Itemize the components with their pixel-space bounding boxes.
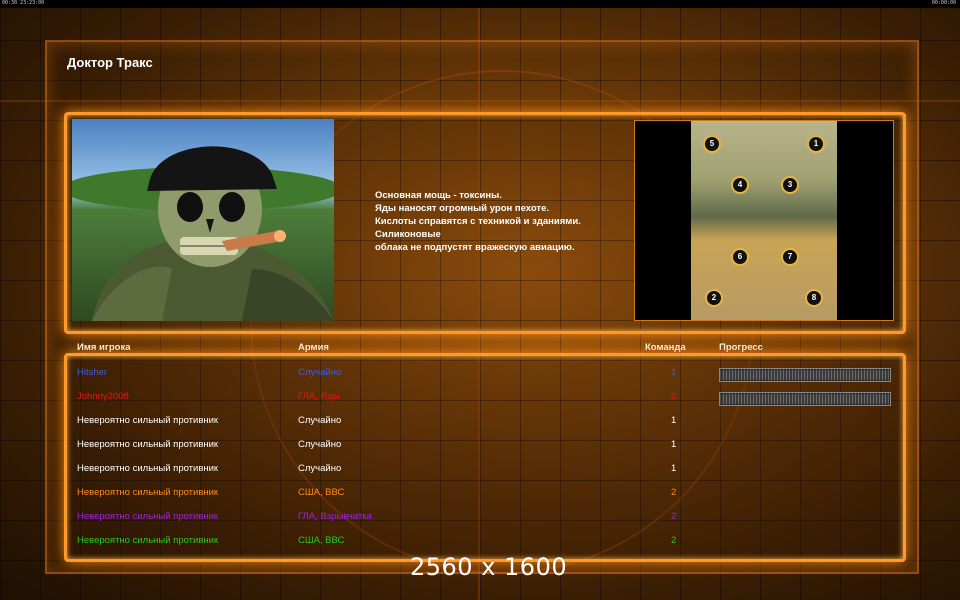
start-slot-2[interactable]: 2 [705,289,723,307]
player-army: Случайно [298,463,342,474]
header-progress: Прогресс [719,342,763,353]
player-name: Невероятно сильный противник [77,511,219,522]
player-army: ГЛА, Взрывчатка [298,511,372,522]
player-name: Johnny2008 [77,391,129,402]
start-slot-3[interactable]: 3 [781,176,799,194]
top-right-clock: 00:00:00 [931,0,956,6]
header-team: Команда [645,342,686,353]
resolution-overlay: 2560 x 1600 [410,553,568,581]
description-line: Силиконовые [375,229,441,240]
start-slot-8[interactable]: 8 [805,289,823,307]
general-description: Основная мощь - токсины. Яды наносят огр… [375,189,581,254]
start-slot-1[interactable]: 1 [807,135,825,153]
player-army: США, ВВС [298,487,345,498]
header-player-name: Имя игрока [77,342,131,353]
player-row[interactable]: Johnny2008 ГЛА, Яды 2 [0,391,960,407]
top-status-bar: 00:30 23:23:00 00:00:00 [0,0,960,8]
player-team: 2 [671,487,677,498]
description-line: Кислоты справятся с техникой и зданиями. [375,216,581,227]
player-name: Hitsher [77,367,108,378]
player-team: 2 [671,535,677,546]
player-name: Невероятно сильный противник [77,487,219,498]
player-team: 1 [671,463,677,474]
player-team: 1 [671,439,677,450]
general-portrait [72,119,334,321]
progress-bar [719,392,891,406]
player-name: Невероятно сильный противник [77,415,219,426]
player-team: 1 [671,415,677,426]
player-list-panel [64,353,906,562]
player-row[interactable]: Невероятно сильный противник Случайно 1 [0,415,960,431]
player-team: 1 [671,367,677,378]
description-line: Яды наносят огромный урон пехоте. [375,203,549,214]
progress-bar [719,368,891,382]
player-team: 2 [671,511,677,522]
player-team: 2 [671,391,677,402]
player-row[interactable]: Невероятно сильный противник Случайно 1 [0,439,960,455]
description-line: облака не подпустят вражескую авиацию. [375,242,575,253]
player-row[interactable]: Невероятно сильный противник США, ВВС 2 [0,487,960,503]
player-row[interactable]: Hitsher Случайно 1 [0,367,960,383]
player-row[interactable]: Невероятно сильный противник США, ВВС 2 [0,535,960,551]
page-title: Доктор Тракс [67,55,153,70]
start-slot-7[interactable]: 7 [781,248,799,266]
player-army: Случайно [298,439,342,450]
top-left-clock: 00:30 23:23:00 [2,0,45,6]
player-army: Случайно [298,367,342,378]
player-name: Невероятно сильный противник [77,463,219,474]
player-army: США, ВВС [298,535,345,546]
player-row[interactable]: Невероятно сильный противник Случайно 1 [0,463,960,479]
player-army: ГЛА, Яды [298,391,340,402]
player-name: Невероятно сильный противник [77,439,219,450]
start-slot-4[interactable]: 4 [731,176,749,194]
start-slot-6[interactable]: 6 [731,248,749,266]
map-preview[interactable]: 1 2 3 4 5 6 7 8 [634,120,894,321]
player-row[interactable]: Невероятно сильный противник ГЛА, Взрывч… [0,511,960,527]
start-slot-5[interactable]: 5 [703,135,721,153]
player-name: Невероятно сильный противник [77,535,219,546]
header-army: Армия [298,342,329,353]
description-line: Основная мощь - токсины. [375,190,502,201]
player-army: Случайно [298,415,342,426]
